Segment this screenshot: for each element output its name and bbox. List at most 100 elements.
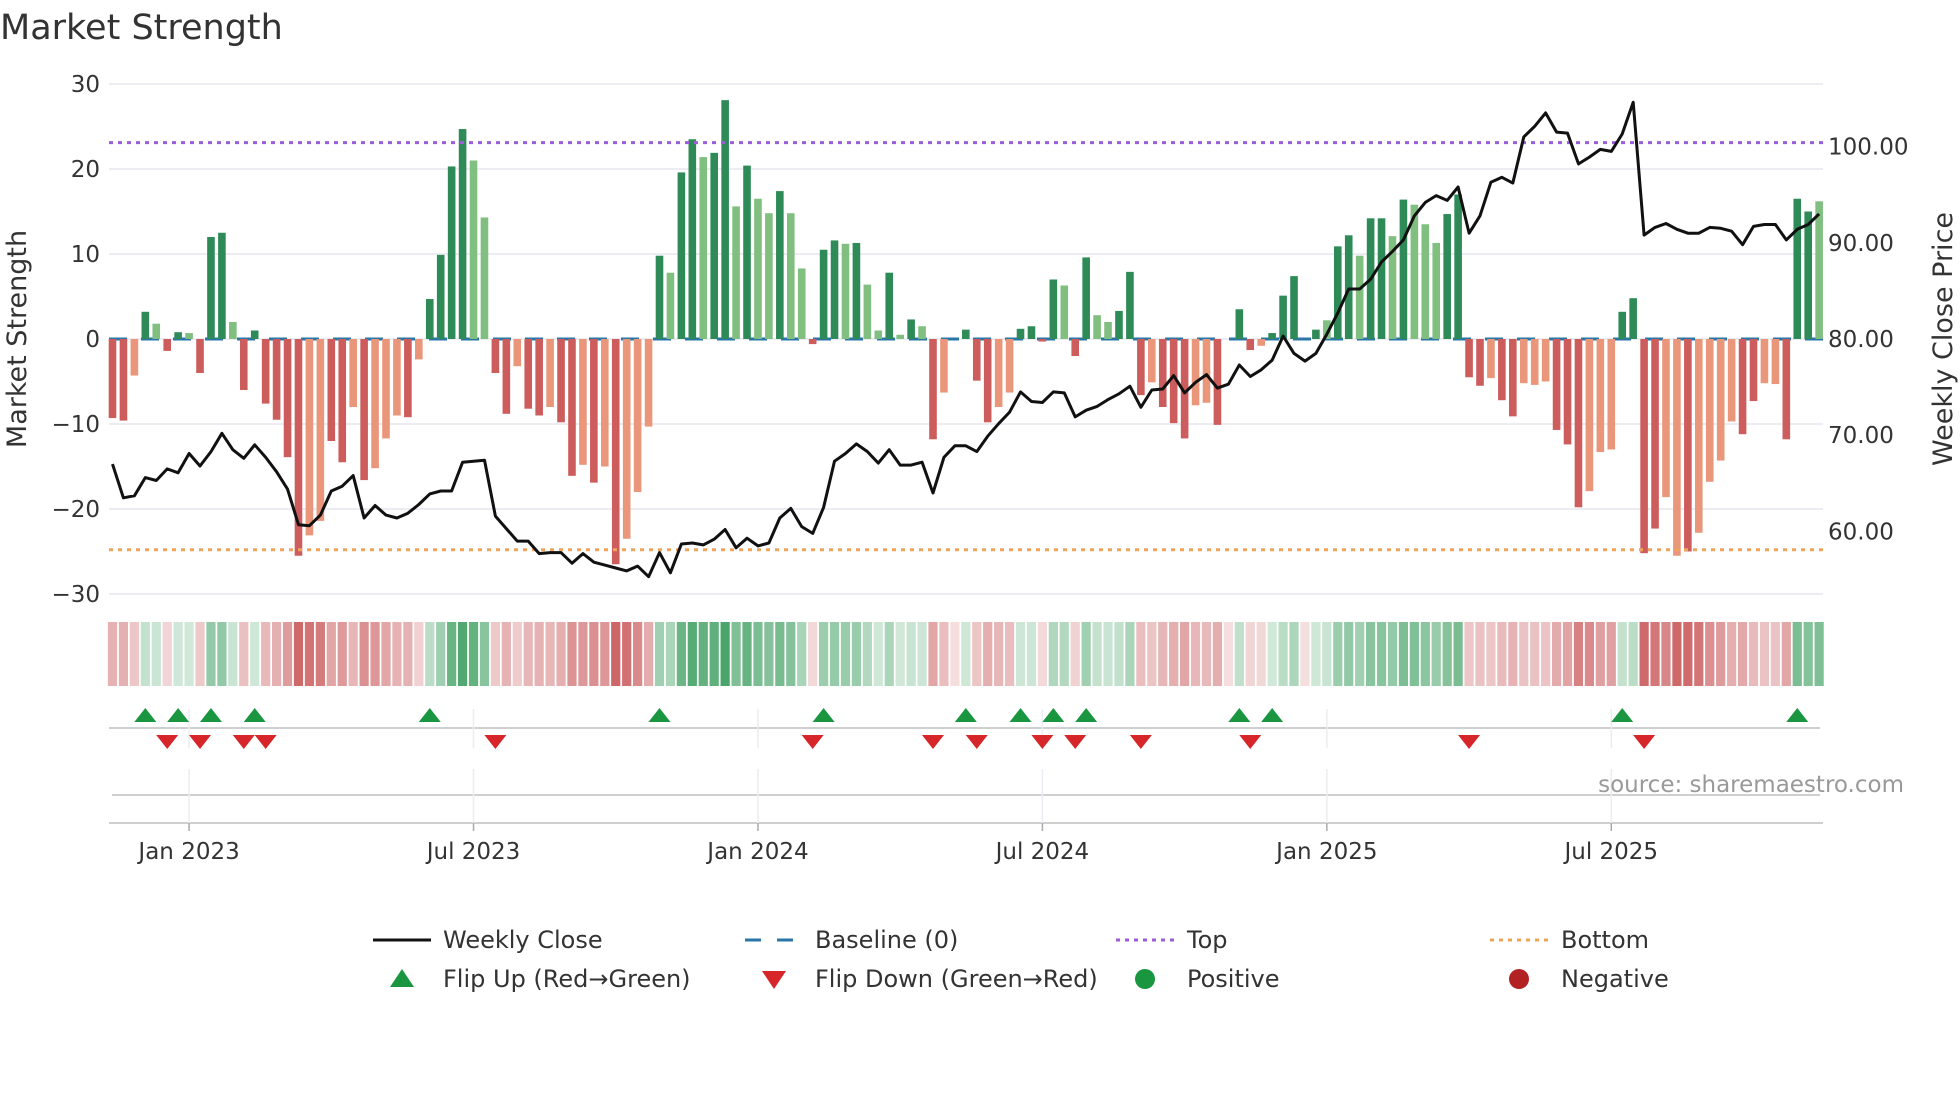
legend-label: Positive — [1187, 965, 1280, 993]
legend-label: Flip Down (Green→Red) — [815, 965, 1098, 993]
strength-bar — [458, 129, 467, 339]
strength-bar — [1126, 271, 1134, 339]
strength-bar — [699, 157, 708, 339]
strip-cell — [436, 622, 446, 686]
strength-bar — [404, 339, 412, 418]
strength-bar — [1443, 214, 1451, 339]
strip-cell — [1475, 622, 1485, 686]
flip-up-marker — [1009, 708, 1032, 722]
y-tick-label: 10 — [71, 242, 100, 268]
strip-cell — [348, 622, 358, 686]
strength-bar — [261, 339, 270, 404]
strip-cell — [1486, 622, 1496, 686]
strength-bar — [1071, 339, 1080, 356]
strength-bar — [1465, 339, 1473, 378]
strip-cell — [654, 622, 665, 686]
strip-cell — [775, 622, 785, 686]
strip-cell — [698, 622, 708, 686]
strip-cell — [1759, 622, 1770, 686]
flip-down-marker — [965, 735, 988, 749]
strength-bar — [1716, 339, 1725, 461]
flip-down-marker — [1129, 735, 1152, 749]
flip-up-marker — [648, 708, 671, 722]
strip-cell — [1617, 622, 1627, 686]
strip-cell — [1694, 622, 1704, 686]
strip-cell — [1333, 622, 1343, 686]
strength-bar — [896, 334, 904, 339]
strength-bar — [283, 339, 292, 458]
strip-cell — [983, 622, 993, 686]
strength-bar — [1060, 285, 1069, 339]
strength-bar — [994, 339, 1003, 407]
legend-label: Weekly Close — [443, 926, 603, 954]
strength-bar — [1016, 328, 1025, 339]
strength-bar — [141, 311, 150, 339]
strip-cell — [676, 622, 686, 686]
strip-cell — [1420, 622, 1430, 686]
strength-bar — [1509, 339, 1517, 417]
strip-cell — [611, 622, 621, 686]
strength-bar — [1454, 194, 1462, 339]
strip-cell — [1004, 622, 1015, 686]
flip-up-marker — [954, 708, 977, 722]
strip-cell — [261, 622, 271, 686]
strip-cell — [1562, 622, 1573, 686]
strip-cell — [1519, 622, 1529, 686]
strip-cell — [217, 622, 227, 686]
strip-cell — [1727, 622, 1737, 686]
flip-down-marker — [1031, 735, 1054, 749]
strip-cell — [1584, 622, 1594, 686]
strip-cell — [1672, 622, 1682, 686]
strip-cell — [873, 622, 883, 686]
strip-cell — [753, 622, 763, 686]
strength-bar — [1399, 199, 1408, 339]
flip-up-marker — [1075, 708, 1098, 722]
strength-bar — [1432, 242, 1441, 339]
strip-cell — [282, 622, 293, 686]
strength-bar — [710, 152, 718, 339]
y2-tick-label: 100.00 — [1828, 135, 1908, 161]
strength-bar — [1585, 339, 1594, 492]
strength-bar — [590, 339, 598, 483]
strip-cell — [1201, 622, 1212, 686]
strip-cell — [1037, 622, 1047, 686]
strength-bar — [393, 339, 401, 416]
strength-bar — [1530, 339, 1539, 385]
strength-bar — [316, 339, 325, 521]
strip-cell — [862, 622, 872, 686]
strip-cell — [447, 622, 457, 686]
strength-bar — [163, 339, 171, 351]
legend-label: Baseline (0) — [815, 926, 958, 954]
strength-bar — [272, 339, 281, 420]
strength-bar — [918, 326, 926, 339]
strength-bar — [644, 339, 653, 427]
strip-cell — [140, 622, 150, 686]
strength-bar — [1662, 339, 1670, 498]
strength-bar — [513, 339, 522, 367]
flip-down-marker — [1633, 735, 1656, 749]
strip-cell — [1234, 622, 1244, 686]
y2-tick-label: 70.00 — [1828, 423, 1894, 449]
flip-down-marker — [801, 735, 824, 749]
strength-bar — [622, 339, 631, 539]
strength-bar — [611, 339, 620, 565]
strip-cell — [1366, 622, 1376, 686]
strip-cell — [206, 622, 216, 686]
strip-cell — [961, 622, 971, 686]
strip-cell — [589, 622, 599, 686]
strip-cell — [1781, 622, 1791, 686]
strip-cell — [1256, 622, 1266, 686]
strip-cell — [490, 622, 500, 686]
strip-cell — [1661, 622, 1671, 686]
strip-cell — [414, 622, 424, 686]
strip-cell — [1508, 622, 1518, 686]
strip-cell — [643, 622, 654, 686]
legend-label: Top — [1186, 926, 1228, 954]
strip-cell — [1737, 622, 1748, 686]
strip-cell — [972, 622, 982, 686]
strip-cell — [1169, 622, 1179, 686]
strip-cell — [764, 622, 774, 686]
strip-cell — [1267, 622, 1277, 686]
strength-bar — [1333, 246, 1342, 339]
y-tick-label: −20 — [51, 497, 100, 523]
